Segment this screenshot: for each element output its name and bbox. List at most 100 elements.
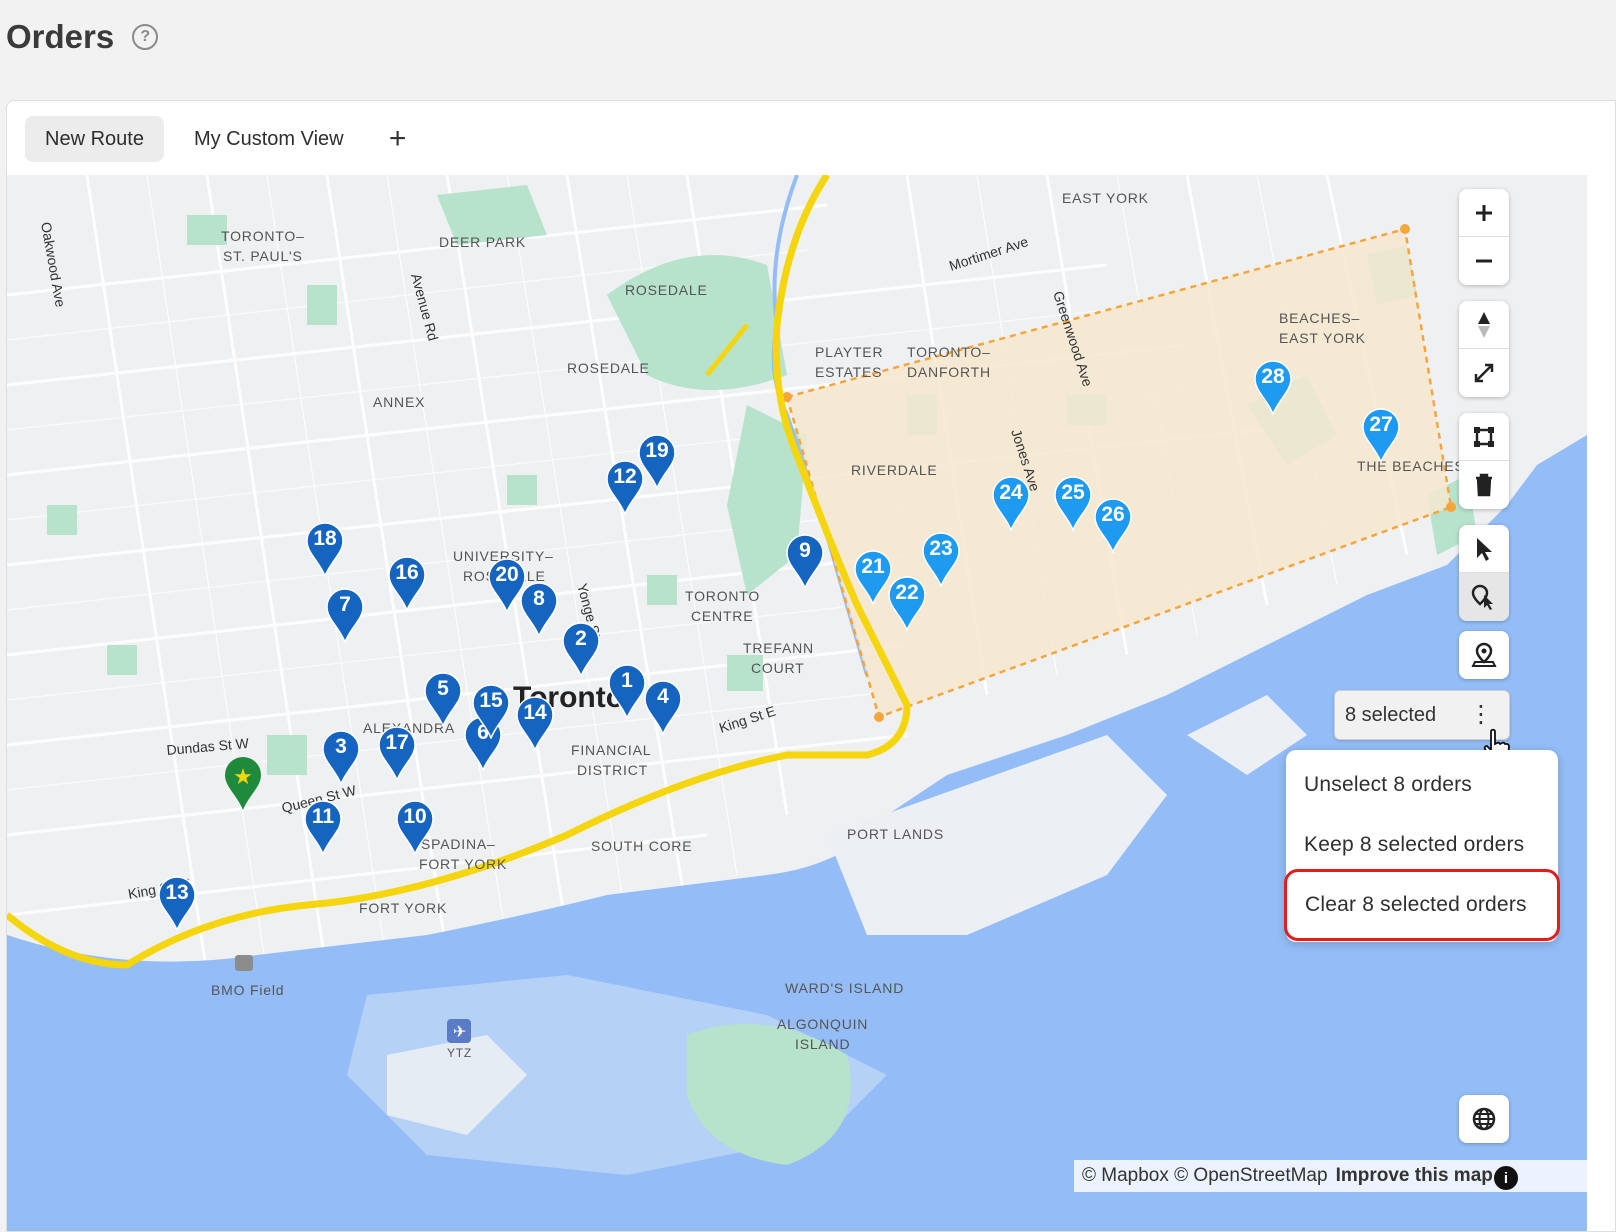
order-pin-number: 19	[645, 439, 669, 462]
order-pin-number: 28	[1261, 365, 1285, 388]
order-pin[interactable]: 14	[515, 695, 555, 751]
label-playter-estates-2: ESTATES	[815, 364, 882, 380]
svg-text:✈: ✈	[453, 1022, 466, 1041]
draw-controls	[1459, 413, 1509, 509]
street-oakwood-ave: Oakwood Ave	[38, 221, 69, 309]
order-pin[interactable]: 4	[643, 679, 683, 735]
label-playter-estates: PLAYTER	[815, 344, 883, 360]
page-title: Orders	[6, 18, 115, 55]
label-financial-district-2: DISTRICT	[577, 762, 648, 778]
order-pin[interactable]: 25	[1053, 475, 1093, 531]
order-pin-number: 5	[437, 677, 449, 700]
label-ytz: YTZ	[447, 1046, 472, 1060]
order-pin-number: 2	[575, 627, 587, 650]
lasso-select-button[interactable]	[1459, 573, 1509, 621]
order-pin[interactable]: 17	[377, 725, 417, 781]
order-pin-number: 14	[523, 701, 547, 724]
label-riverdale: RIVERDALE	[851, 462, 938, 478]
locate-button[interactable]	[1459, 631, 1509, 679]
zoom-out-button[interactable]	[1459, 237, 1509, 285]
order-pin-number: 3	[335, 735, 347, 758]
order-pin-number: 15	[479, 689, 503, 712]
compass-button[interactable]	[1459, 301, 1509, 349]
order-pin[interactable]: 27	[1361, 407, 1401, 463]
order-pin[interactable]: 15	[471, 683, 511, 739]
order-pin[interactable]: 19	[637, 433, 677, 489]
street-avenue-rd: Avenue Rd	[408, 272, 441, 343]
orders-panel: New Route My Custom View + EAST YORK TOR…	[6, 100, 1616, 1232]
order-pin[interactable]: 3	[321, 729, 361, 785]
delete-shape-button[interactable]	[1459, 461, 1509, 509]
label-toronto-st-pauls-2: ST. PAUL'S	[223, 248, 303, 264]
unselect-orders-item[interactable]: Unselect 8 orders	[1286, 756, 1558, 814]
tab-new-route[interactable]: New Route	[25, 116, 164, 162]
order-pin-number: 16	[395, 561, 419, 584]
order-pin[interactable]: 16	[387, 555, 427, 611]
order-pin[interactable]: 20	[487, 557, 527, 613]
label-beaches-east-york: BEACHES–	[1279, 310, 1360, 326]
order-pin[interactable]: 18	[305, 521, 345, 577]
label-rosedale: ROSEDALE	[625, 282, 708, 298]
order-pin[interactable]: 9	[785, 533, 825, 589]
plus-icon	[1476, 204, 1492, 221]
order-pin-number: 17	[385, 731, 409, 754]
order-pin[interactable]: 28	[1253, 359, 1293, 415]
selection-actions-menu: Unselect 8 orders Keep 8 selected orders…	[1284, 750, 1560, 942]
label-algonquin-island: ALGONQUIN	[777, 1016, 868, 1032]
globe-button[interactable]	[1459, 1095, 1509, 1143]
selection-count: 8 selected	[1345, 703, 1437, 726]
label-fort-york: FORT YORK	[359, 900, 447, 916]
label-toronto-centre-2: CENTRE	[691, 608, 753, 624]
location-pin-icon	[1471, 642, 1497, 667]
order-pin-number: 27	[1369, 413, 1393, 436]
label-toronto-danforth: TORONTO–	[907, 344, 991, 360]
order-pin[interactable]: 10	[395, 799, 435, 855]
label-wards-island: WARD'S ISLAND	[785, 980, 904, 996]
label-toronto-centre: TORONTO	[685, 588, 760, 604]
star-icon: ★	[225, 757, 261, 810]
order-pin[interactable]: 2	[561, 621, 601, 677]
label-beaches-east-york-2: EAST YORK	[1279, 330, 1366, 346]
view-tabs: New Route My Custom View +	[25, 115, 418, 163]
svg-text:★: ★	[233, 765, 253, 790]
order-pin[interactable]: 5	[423, 671, 463, 727]
order-pin[interactable]: 7	[325, 587, 365, 643]
order-pin-number: 26	[1101, 503, 1125, 526]
select-tool-button[interactable]	[1459, 525, 1509, 573]
help-icon[interactable]: ?	[132, 24, 159, 50]
fullscreen-button[interactable]	[1459, 349, 1509, 397]
label-toronto-st-pauls: TORONTO–	[221, 228, 305, 244]
order-pin-number: 24	[999, 481, 1023, 504]
label-south-core: SOUTH CORE	[591, 838, 692, 854]
order-pin-number: 18	[313, 527, 337, 550]
tab-my-custom-view[interactable]: My Custom View	[174, 116, 364, 162]
add-tab-button[interactable]: +	[378, 119, 418, 159]
order-pin[interactable]: 26	[1093, 497, 1133, 553]
kebab-menu-icon[interactable]: ⋮	[1469, 703, 1493, 727]
label-toronto-danforth-2: DANFORTH	[907, 364, 991, 380]
order-pin-number: 23	[929, 537, 953, 560]
label-trefann-court-2: COURT	[751, 660, 805, 676]
street-mortimer-ave: Mortimer Ave	[947, 233, 1030, 274]
order-pin-number: 13	[165, 881, 189, 904]
improve-map-link[interactable]: Improve this map	[1336, 1165, 1493, 1187]
depot-pin[interactable]: ★	[223, 755, 263, 811]
label-port-lands: PORT LANDS	[847, 826, 944, 842]
lasso-select-icon	[1471, 584, 1493, 610]
order-pin[interactable]: 24	[991, 475, 1031, 531]
order-pin[interactable]: 1	[607, 663, 647, 719]
view-controls	[1459, 301, 1509, 397]
zoom-in-button[interactable]	[1459, 189, 1509, 237]
order-pin-number: 11	[311, 805, 335, 828]
order-pin[interactable]: 23	[921, 531, 961, 587]
minus-icon	[1476, 259, 1492, 263]
clear-selected-orders-item[interactable]: Clear 8 selected orders	[1284, 869, 1560, 941]
info-icon[interactable]: i	[1494, 1166, 1518, 1190]
order-pin-number: 4	[657, 685, 669, 708]
keep-selected-orders-item[interactable]: Keep 8 selected orders	[1286, 816, 1558, 874]
trash-icon	[1476, 473, 1492, 497]
order-pin[interactable]: 13	[157, 875, 197, 931]
expand-icon	[1474, 363, 1494, 383]
order-pin[interactable]: 11	[303, 799, 343, 855]
draw-polygon-button[interactable]	[1459, 413, 1509, 461]
